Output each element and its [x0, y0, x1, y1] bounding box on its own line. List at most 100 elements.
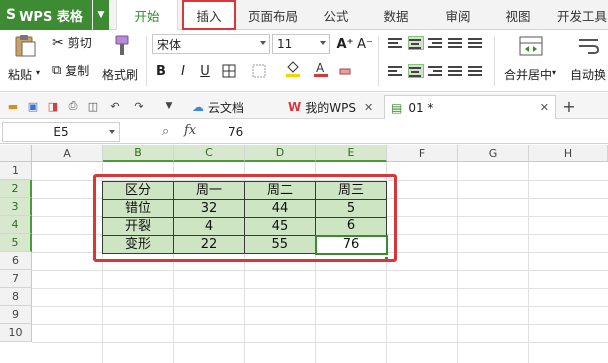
- formula-value: 76: [228, 125, 244, 139]
- select-all-corner[interactable]: [0, 145, 32, 162]
- row-header[interactable]: 9: [0, 306, 32, 324]
- align-top-icon[interactable]: [388, 36, 404, 50]
- column-header[interactable]: D: [245, 145, 316, 162]
- distributed-align-icon[interactable]: [468, 64, 484, 78]
- row-header[interactable]: 7: [0, 270, 32, 288]
- app-label: WPS 表格: [19, 9, 83, 25]
- wrap-text-button[interactable]: 自动换: [566, 32, 608, 88]
- align-right-icon[interactable]: [428, 64, 444, 78]
- grow-font-button[interactable]: A⁺: [336, 35, 354, 53]
- bold-button[interactable]: B: [152, 62, 170, 80]
- app-dropdown-icon[interactable]: ▼: [93, 0, 109, 30]
- doc-tab-mywps[interactable]: W 我的WPS ✕: [282, 95, 379, 119]
- column-header[interactable]: C: [174, 145, 245, 162]
- row-header[interactable]: 2: [0, 180, 32, 198]
- paste-dropdown-icon[interactable]: ▾: [36, 68, 40, 77]
- open-folder-icon[interactable]: ▬: [6, 99, 20, 113]
- shrink-font-button[interactable]: A⁻: [356, 35, 374, 53]
- function-icon[interactable]: fx: [184, 123, 196, 138]
- row-number: 9: [12, 308, 19, 321]
- undo-icon[interactable]: ↶: [108, 99, 122, 113]
- align-left-icon[interactable]: [388, 64, 404, 78]
- format-painter-button[interactable]: 格式刷: [100, 32, 140, 88]
- doc-tab-cloud[interactable]: ☁ 云文档: [186, 95, 250, 119]
- tab-page-layout[interactable]: 页面布局: [242, 0, 304, 30]
- name-box[interactable]: E5: [2, 122, 120, 142]
- align-middle-icon[interactable]: [408, 36, 424, 50]
- merge-cells-icon: [519, 36, 543, 56]
- close-icon[interactable]: ✕: [364, 101, 373, 114]
- row-header[interactable]: 4: [0, 216, 32, 234]
- gridline: [32, 288, 608, 289]
- cut-label: 剪切: [67, 36, 92, 50]
- redo-icon[interactable]: ↷: [132, 99, 146, 113]
- paste-label: 粘贴: [8, 68, 33, 82]
- quick-access-bar: ▬ ▣ ◨ ⎙ ◫ ↶ ↷ ▼ ☁ 云文档 W 我的WPS ✕ ▤ 01 * ✕…: [0, 93, 608, 119]
- column-header[interactable]: E: [316, 145, 387, 162]
- cell-style-button[interactable]: [250, 62, 268, 80]
- print-icon[interactable]: ⎙: [66, 99, 80, 113]
- tab-data[interactable]: 数据: [374, 0, 418, 30]
- gridline: [32, 306, 608, 307]
- customize-dropdown-icon[interactable]: ▼: [162, 99, 176, 113]
- ribbon-divider: [146, 36, 147, 86]
- grid-dots-icon: [252, 64, 266, 78]
- wps-logo-icon: S: [6, 7, 17, 23]
- underline-button[interactable]: U: [196, 62, 214, 80]
- tab-formulas[interactable]: 公式: [314, 0, 358, 30]
- print-preview-icon[interactable]: ◫: [86, 99, 100, 113]
- app-menu-button[interactable]: S WPS 表格: [0, 0, 92, 30]
- export-pdf-icon[interactable]: ◨: [46, 99, 60, 113]
- font-size-select[interactable]: 11: [272, 34, 330, 54]
- column-header[interactable]: A: [32, 145, 103, 162]
- column-header[interactable]: F: [387, 145, 458, 162]
- save-icon[interactable]: ▣: [26, 99, 40, 113]
- close-icon[interactable]: ✕: [540, 101, 549, 114]
- new-tab-icon[interactable]: +: [562, 97, 576, 116]
- bold-label: B: [156, 63, 166, 79]
- clear-format-button[interactable]: [336, 62, 354, 80]
- borders-button[interactable]: [220, 62, 238, 80]
- row-header[interactable]: 8: [0, 288, 32, 306]
- column-header[interactable]: B: [103, 145, 174, 162]
- tab-developer[interactable]: 开发工具: [554, 0, 608, 30]
- zoom-search-icon[interactable]: ⌕: [162, 124, 169, 139]
- tab-home[interactable]: 开始: [116, 0, 178, 31]
- format-painter-label: 格式刷: [102, 68, 139, 82]
- worksheet-grid[interactable]: A B C D E F G H 1 2 3 4 5 6 7 8 9 10 区分 …: [0, 145, 608, 363]
- ribbon: 粘贴 ▾ ✂ 剪切 ⧉ 复制 格式刷 宋体 11 A⁺ A⁻ B I U A 合…: [0, 30, 608, 92]
- justify-icon[interactable]: [448, 64, 464, 78]
- column-header[interactable]: H: [529, 145, 608, 162]
- align-bottom-icon[interactable]: [428, 36, 444, 50]
- doc-tab-active[interactable]: ▤ 01 * ✕: [384, 95, 556, 119]
- tab-formulas-label: 公式: [323, 8, 349, 24]
- row-header[interactable]: 10: [0, 324, 32, 342]
- cut-button[interactable]: ✂ 剪切: [52, 34, 92, 51]
- distribute-icon[interactable]: [468, 36, 484, 50]
- align-center-icon[interactable]: [408, 64, 424, 78]
- row-number: 2: [11, 182, 19, 195]
- row-header[interactable]: 6: [0, 252, 32, 270]
- paste-button[interactable]: 粘贴 ▾: [6, 32, 44, 88]
- fill-color-button[interactable]: [284, 60, 302, 78]
- row-number: 10: [8, 326, 23, 339]
- merge-center-button[interactable]: 合并居中 ▾: [500, 32, 562, 88]
- column-letter: C: [205, 146, 213, 159]
- row-header[interactable]: 3: [0, 198, 32, 216]
- italic-button[interactable]: I: [174, 62, 192, 80]
- indent-icon[interactable]: [448, 36, 464, 50]
- tab-view[interactable]: 视图: [496, 0, 540, 30]
- font-name-select[interactable]: 宋体: [152, 34, 270, 54]
- row-header[interactable]: 1: [0, 162, 32, 180]
- doc-tab-label: 01 *: [408, 100, 434, 115]
- tab-review[interactable]: 审阅: [436, 0, 480, 30]
- row-number: 1: [12, 164, 19, 177]
- tab-insert[interactable]: 插入: [182, 0, 236, 30]
- copy-button[interactable]: ⧉ 复制: [52, 62, 89, 79]
- column-header[interactable]: G: [458, 145, 529, 162]
- ribbon-divider: [378, 36, 379, 86]
- merge-dropdown-icon[interactable]: ▾: [552, 68, 556, 77]
- font-color-button[interactable]: A: [312, 60, 330, 78]
- row-header[interactable]: 5: [0, 234, 32, 252]
- formula-input[interactable]: 76: [224, 122, 606, 142]
